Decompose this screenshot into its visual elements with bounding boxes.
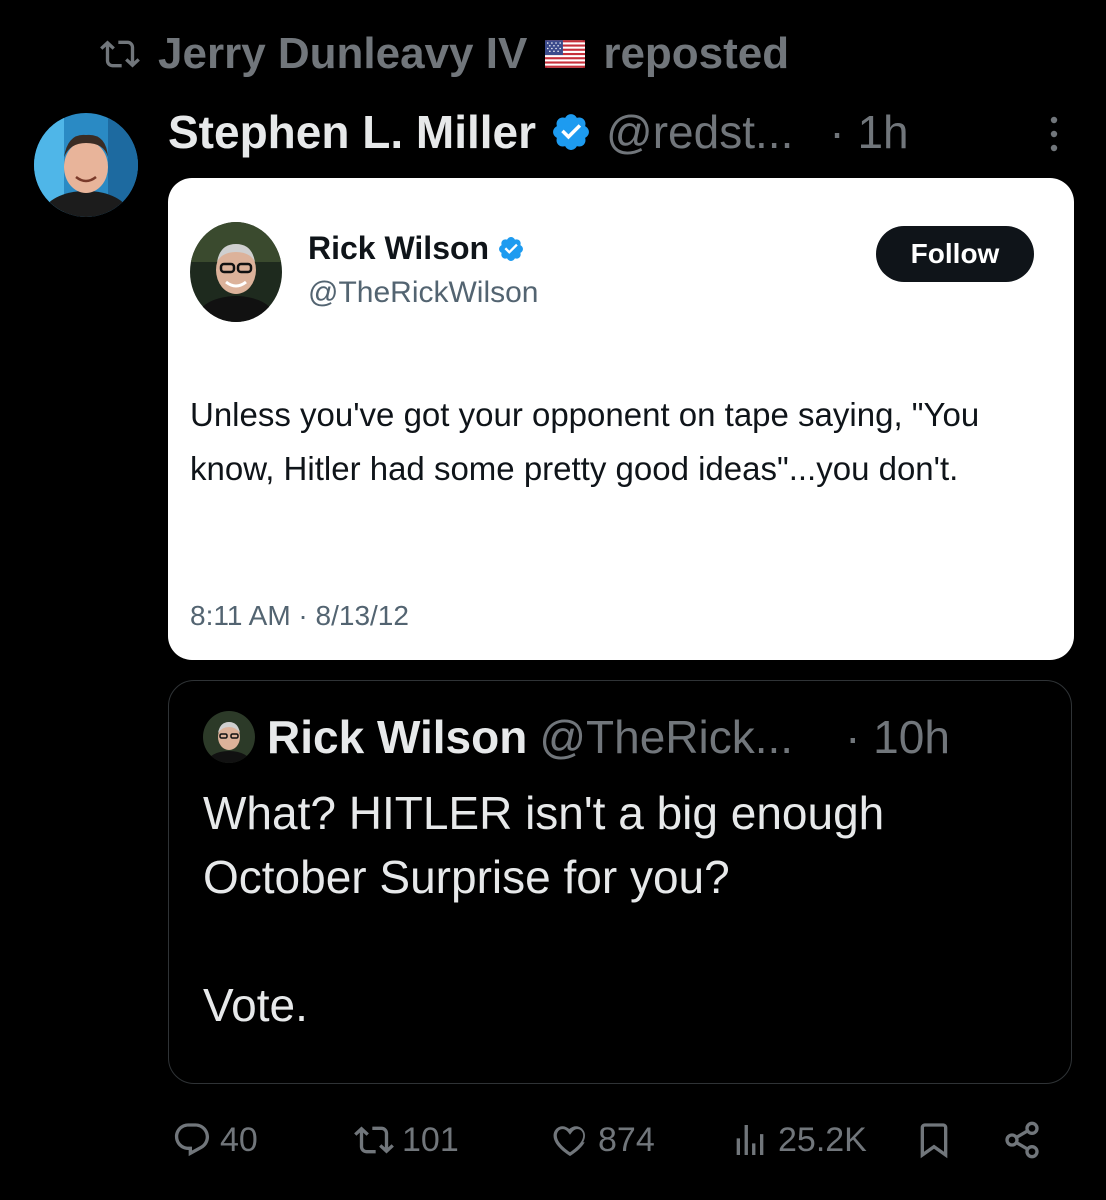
author-handle[interactable]: @redst...: [606, 105, 793, 159]
follow-button: Follow: [876, 226, 1034, 282]
us-flag-emoji: [545, 40, 586, 68]
reply-button[interactable]: 40: [172, 1110, 258, 1170]
repost-count: 101: [402, 1120, 459, 1159]
repost-context[interactable]: Jerry Dunleavy IV reposted: [100, 22, 789, 86]
quoted-author-avatar: [203, 711, 255, 763]
quoted-tweet[interactable]: Rick Wilson @TheRick... · 10h What? HITL…: [168, 680, 1072, 1084]
reply-count: 40: [220, 1120, 258, 1159]
screenshot-tweet-text: Unless you've got your opponent on tape …: [190, 396, 980, 487]
post-header: Stephen L. Miller @redst... · 1h: [168, 100, 909, 164]
screenshot-author-row: Rick Wilson: [308, 230, 525, 267]
share-icon: [1005, 1121, 1039, 1159]
repost-suffix: reposted: [603, 29, 790, 78]
author-name[interactable]: Stephen L. Miller: [168, 105, 536, 159]
repost-icon: [354, 1126, 394, 1154]
reply-icon: [174, 1123, 210, 1157]
view-count: 25.2K: [778, 1120, 867, 1159]
screenshot-avatar: [190, 222, 282, 322]
verified-badge-icon: [553, 114, 589, 150]
views-chart-icon: [736, 1125, 764, 1155]
more-options-icon[interactable]: [1044, 112, 1064, 156]
quoted-time: · 10h: [845, 711, 950, 763]
action-bar: 40 101 874 25.2K: [168, 1110, 1068, 1170]
quoted-author-name: Rick Wilson: [267, 711, 528, 763]
embedded-screenshot-card[interactable]: Rick Wilson @TheRickWilson Follow Unless…: [168, 178, 1074, 660]
quoted-author-handle: @TheRick...: [539, 711, 794, 763]
repost-icon: [100, 40, 140, 68]
bookmark-button[interactable]: [914, 1110, 954, 1170]
post-time[interactable]: · 1h: [829, 105, 908, 159]
repost-button[interactable]: 101: [354, 1110, 459, 1170]
repost-user-name[interactable]: Jerry Dunleavy IV: [158, 29, 527, 79]
author-avatar[interactable]: [34, 113, 138, 217]
views-button[interactable]: 25.2K: [730, 1110, 867, 1170]
quoted-header: Rick Wilson @TheRick... · 10h: [267, 707, 950, 767]
screenshot-author-handle: @TheRickWilson: [308, 276, 539, 309]
verified-badge-icon: [499, 236, 524, 261]
share-button[interactable]: [1002, 1110, 1042, 1170]
like-count: 874: [598, 1120, 655, 1159]
heart-icon: [553, 1126, 585, 1157]
bookmark-icon: [920, 1123, 948, 1159]
quoted-text: What? HITLER isn't a big enough October …: [203, 787, 885, 1031]
author-avatar-image: [34, 113, 138, 217]
like-button[interactable]: 874: [550, 1110, 655, 1170]
screenshot-timestamp: 8:11 AM · 8/13/12: [190, 600, 409, 631]
screenshot-author-name: Rick Wilson: [308, 230, 490, 266]
